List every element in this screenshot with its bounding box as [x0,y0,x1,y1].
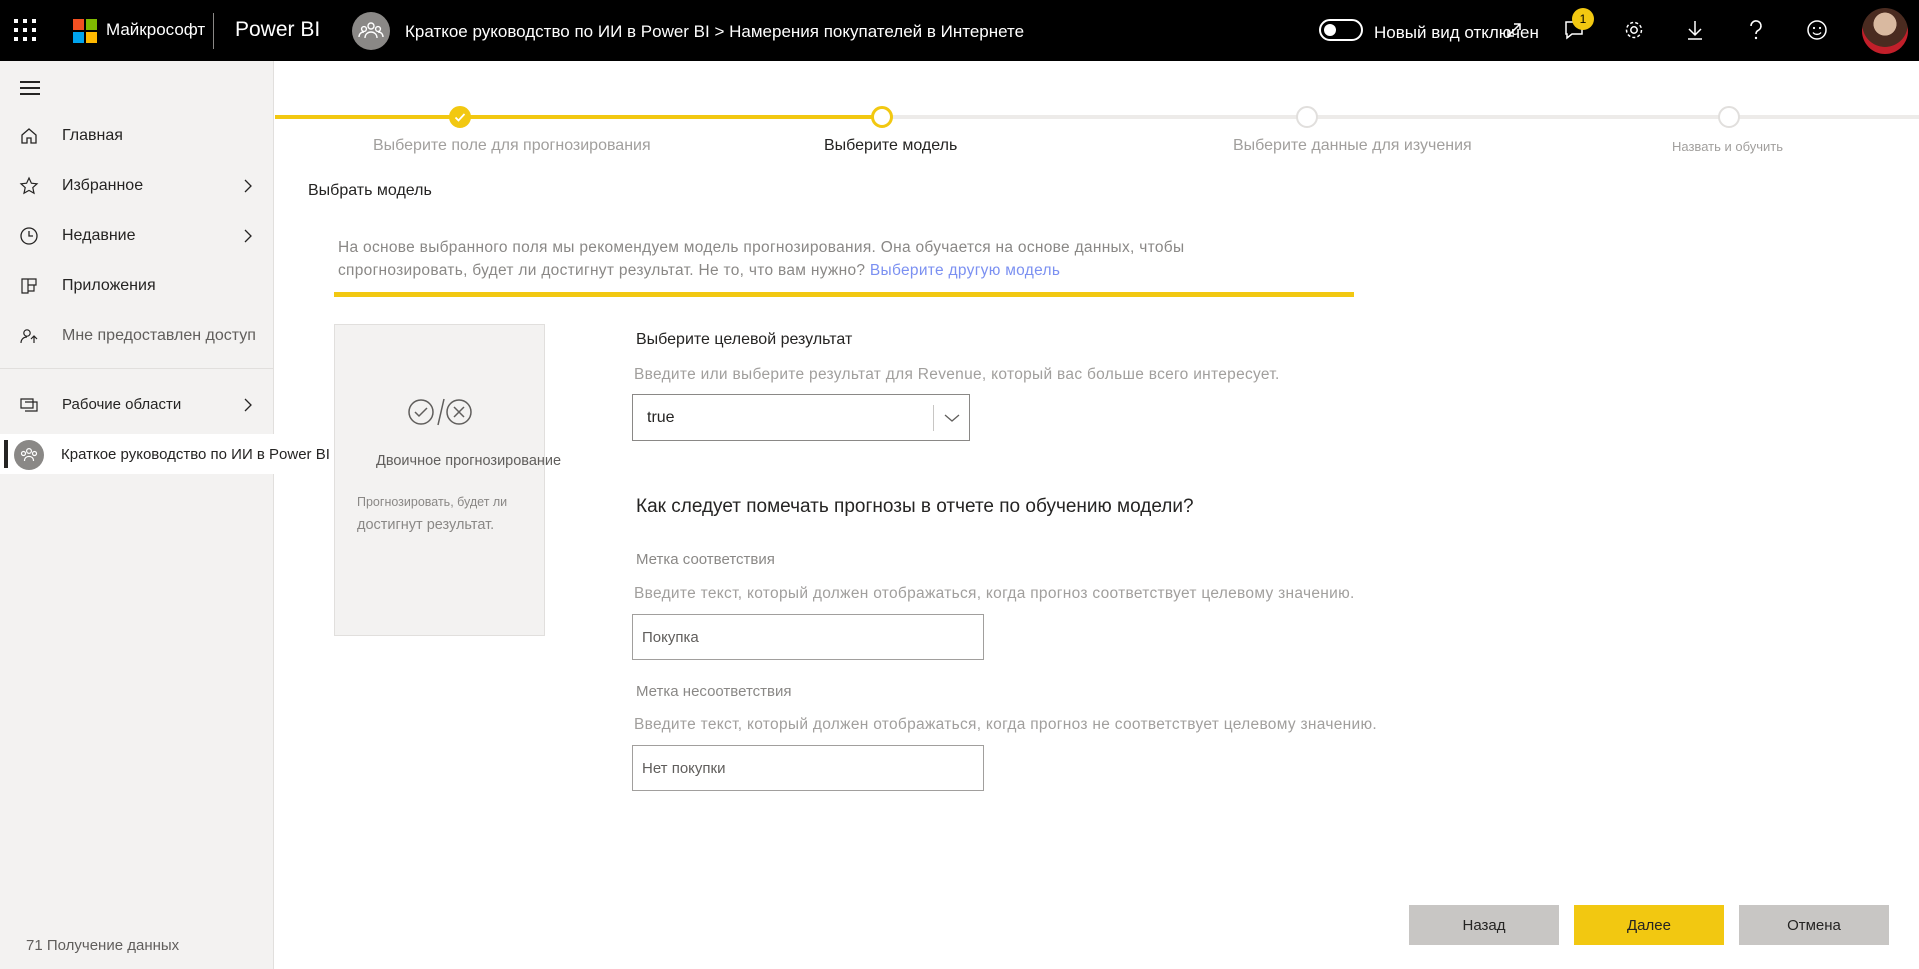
step-4-label: Назвать и обучить [1672,139,1784,154]
nav-item-workspaces[interactable]: Рабочие области [0,383,274,427]
labels-question-heading: Как следует помечать прогнозы в отчете п… [636,496,1194,517]
nav-item-label: Рабочие области [62,396,182,413]
stepper-track-remaining [885,115,1919,119]
wizard-stepper: Выберите поле для прогнозирования Выбери… [275,100,1919,160]
settings-icon[interactable] [1620,16,1648,44]
download-icon[interactable] [1681,16,1709,44]
step-4-indicator [1718,106,1740,128]
chevron-right-icon[interactable] [238,226,258,246]
chevron-down-icon[interactable] [942,408,962,428]
step-3-label: Выберите данные для изучения [1233,137,1472,154]
nav-item-shared[interactable]: Мне предоставлен доступ [0,314,274,358]
apps-icon [18,275,40,297]
nav-item-label: Главная [62,127,123,144]
cancel-button[interactable]: Отмена [1739,905,1889,945]
step-1-label[interactable]: Выберите поле для прогнозирования [373,137,651,155]
notification-badge: 1 [1572,8,1594,30]
user-avatar[interactable] [1862,8,1908,54]
model-card-title: Двоичное прогнозирование [376,453,562,469]
workspace-people-icon [14,440,44,470]
recommendation-text: На основе выбранного поля мы рекомендуем… [338,236,1228,282]
microsoft-logo-icon [73,19,97,43]
target-outcome-help: Введите или выберите результат для Reven… [634,366,1280,383]
section-title: Выбрать модель [308,182,432,199]
model-card-description: Прогнозировать, будет ли [357,495,508,509]
nav-item-recent[interactable]: Недавние [0,214,274,258]
target-outcome-value: true [647,409,675,426]
active-indicator [4,440,8,468]
hamburger-menu-icon[interactable] [20,81,40,95]
nav-item-label: Мне предоставлен доступ [62,327,256,344]
company-name[interactable]: Майкрософт [106,20,205,40]
step-3-indicator [1296,106,1318,128]
nav-item-label: Приложения [62,277,156,294]
top-bar: Майкрософт Power BI Краткое руководство … [0,0,1919,61]
shared-icon [18,325,40,347]
stepper-track-complete [275,115,885,119]
mismatch-label-input[interactable] [632,745,984,791]
chevron-right-icon[interactable] [238,395,258,415]
recommendation-accent-bar [334,292,1354,297]
choose-other-model-link[interactable]: Выберите другую модель [870,262,1060,279]
target-outcome-heading: Выберите целевой результат [636,331,853,348]
nav-item-home[interactable]: Главная [0,114,274,158]
match-label-input[interactable] [632,614,984,660]
app-launcher-icon[interactable] [14,19,36,41]
get-data-link[interactable]: 71 Получение данных [26,937,179,954]
topbar-divider [213,13,214,49]
nav-item-apps[interactable]: Приложения [0,264,274,308]
home-icon [18,125,40,147]
current-workspace-label: Краткое руководство по ИИ в Power BI [61,446,330,463]
breadcrumb[interactable]: Краткое руководство по ИИ в Power BI > Н… [405,22,1024,42]
step-2-label[interactable]: Выберите модель [824,137,957,155]
clock-icon [18,225,40,247]
check-cross-icon [405,395,475,429]
back-button[interactable]: Назад [1409,905,1559,945]
binary-prediction-model-card[interactable]: Двоичное прогнозирование Прогнозировать,… [334,324,561,636]
match-label-heading: Метка соответствия [636,551,775,568]
chevron-right-icon[interactable] [238,176,258,196]
workspaces-icon [18,394,40,416]
new-look-toggle[interactable] [1319,19,1363,41]
step-1-checkmark-icon [449,106,471,128]
match-label-help: Введите текст, который должен отображать… [634,585,1355,602]
nav-item-label: Избранное [62,177,144,194]
model-card-description: достигнут результат. [357,517,495,533]
next-button[interactable]: Далее [1574,905,1724,945]
expand-icon[interactable] [1500,16,1528,44]
target-outcome-dropdown[interactable]: true [632,394,970,441]
dropdown-separator [933,405,934,431]
mismatch-label-help: Введите текст, который должен отображать… [634,716,1378,733]
nav-divider [0,368,274,369]
workspace-people-icon [352,12,390,50]
nav-item-favorites[interactable]: Избранное [0,164,274,208]
feedback-smiley-icon[interactable] [1803,16,1831,44]
help-icon[interactable] [1742,16,1770,44]
step-2-indicator [871,106,893,128]
star-icon [18,175,40,197]
product-name[interactable]: Power BI [235,18,320,42]
left-navigation: Главная Избранное Недавние Приложения Мн… [0,61,330,969]
nav-item-label: Недавние [62,227,136,244]
mismatch-label-heading: Метка несоответствия [636,683,792,700]
current-workspace-item[interactable]: Краткое руководство по ИИ в Power BI [0,434,330,474]
